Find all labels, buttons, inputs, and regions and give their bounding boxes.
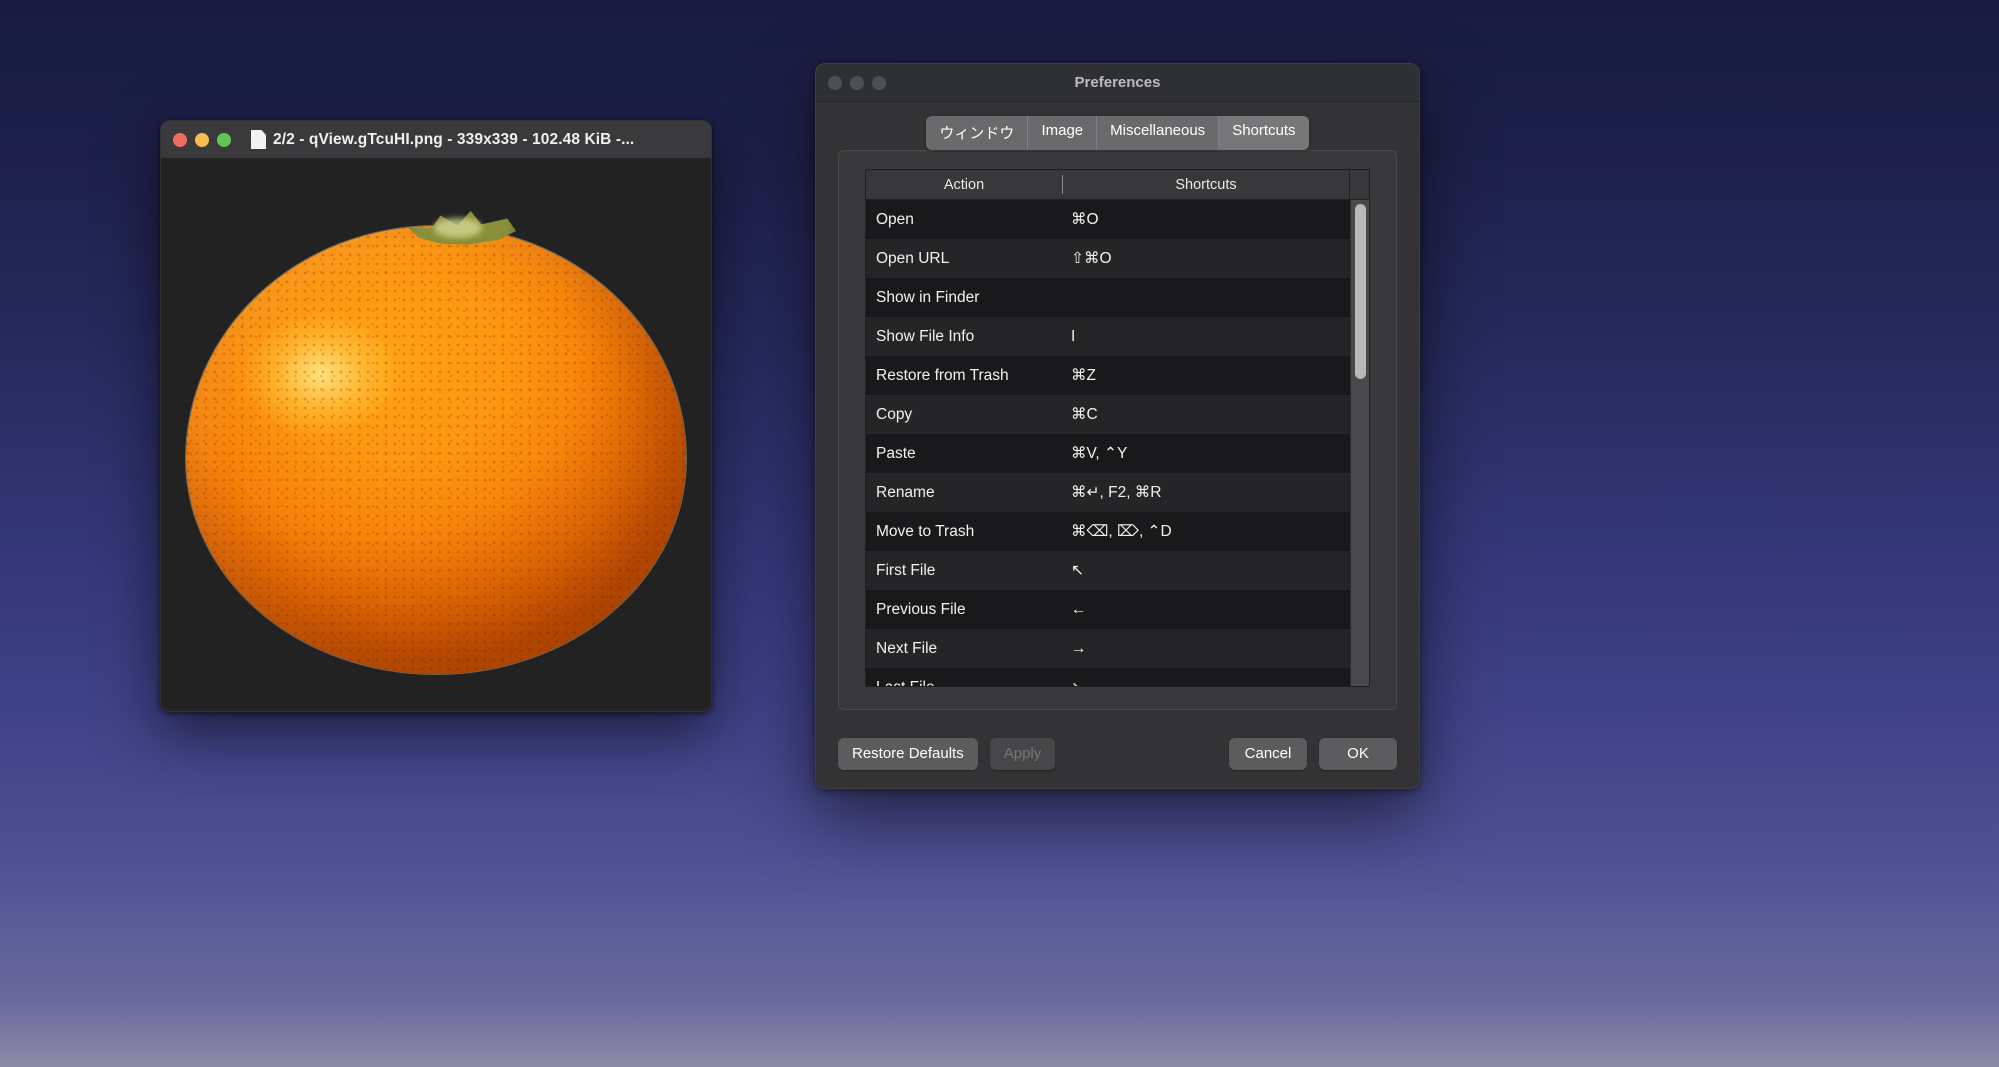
cell-action: Show in Finder (876, 288, 980, 306)
header-corner (1349, 170, 1369, 199)
viewer-title: 2/2 - qView.gTcuHI.png - 339x339 - 102.4… (251, 130, 634, 149)
scrollbar-thumb[interactable] (1355, 204, 1366, 379)
table-row[interactable]: Move to Trash ⌘⌫, ⌦, ⌃D (866, 512, 1369, 551)
cell-action: Previous File (876, 600, 966, 618)
cell-shortcut[interactable]: ⌘C (1062, 405, 1369, 424)
cell-action: Copy (876, 405, 913, 423)
table-row[interactable]: Rename ⌘↵, F2, ⌘R (866, 473, 1369, 512)
zoom-button[interactable] (872, 75, 886, 90)
orange-body (186, 226, 686, 674)
table-row[interactable]: Last File↘ (866, 668, 1369, 686)
tab-2[interactable]: Image (1028, 116, 1098, 150)
orange-shading (186, 226, 686, 674)
ok-button[interactable]: OK (1319, 738, 1397, 770)
cell-action: Rename (876, 483, 935, 501)
image-canvas[interactable] (161, 159, 711, 711)
preferences-window: Preferences ウィンドウ Image Miscellaneous Short… (815, 63, 1420, 789)
orange-fruit-image (176, 180, 696, 680)
tab-3[interactable]: Miscellaneous (1097, 116, 1220, 150)
cell-shortcut[interactable]: ← (1062, 601, 1369, 619)
table-row[interactable]: Open ⌘O (866, 200, 1369, 239)
table-scrollbar[interactable] (1350, 200, 1369, 686)
orange-stem-highlight (434, 218, 482, 238)
cell-action: Last File (866, 679, 1062, 687)
cell-action: Open (876, 210, 914, 228)
table-row[interactable]: Previous File ← (866, 590, 1369, 629)
cell-shortcut[interactable]: I (1062, 328, 1369, 346)
image-viewer-window: 2/2 - qView.gTcuHI.png - 339x339 - 102.4… (160, 120, 712, 712)
cell-action: Move to Trash (876, 522, 975, 540)
cell-shortcut[interactable]: → (1062, 640, 1369, 658)
zoom-button[interactable] (217, 132, 231, 147)
preferences-titlebar[interactable]: Preferences (816, 64, 1419, 102)
apply-button[interactable]: Apply (989, 738, 1056, 770)
close-button[interactable] (828, 75, 842, 90)
tab-group: ウィンドウ Image Miscellaneous Shortcuts (926, 116, 1309, 150)
document-icon (251, 130, 266, 149)
column-header-action[interactable]: Action (866, 170, 1062, 199)
table-row[interactable]: First File ↖ (866, 551, 1369, 590)
viewer-title-text: 2/2 - qView.gTcuHI.png - 339x339 - 102.4… (273, 130, 635, 148)
cell-shortcut[interactable]: ⌘Z (1062, 366, 1369, 385)
table-row[interactable]: Open URL ⇧⌘O (866, 239, 1369, 278)
viewer-titlebar[interactable]: 2/2 - qView.gTcuHI.png - 339x339 - 102.4… (161, 121, 711, 159)
cell-action: Next File (876, 639, 938, 657)
tab-bar: ウィンドウ Image Miscellaneous Shortcuts (838, 116, 1397, 150)
cancel-button[interactable]: Cancel (1229, 738, 1307, 770)
cell-shortcut[interactable]: ⌘V, ⌃Y (1062, 444, 1369, 463)
table-row[interactable]: Show in Finder (866, 278, 1369, 317)
dialog-buttons: Restore Defaults Apply Cancel OK (838, 738, 1397, 770)
cell-shortcut[interactable]: ⌘O (1062, 210, 1369, 229)
shortcuts-table: Action Shortcuts Open ⌘O Open URL ⇧⌘O Show i… (865, 169, 1370, 687)
column-header-shortcuts[interactable]: Shortcuts (1063, 170, 1349, 199)
cell-action: Paste (876, 444, 916, 462)
tab-1[interactable]: ウィンドウ (926, 116, 1029, 150)
desktop-background: 2/2 - qView.gTcuHI.png - 339x339 - 102.4… (0, 0, 1999, 1067)
cell-shortcut[interactable]: ↖ (1062, 561, 1369, 580)
cell-action: Open URL (876, 249, 950, 267)
close-button[interactable] (173, 132, 187, 147)
table-row[interactable]: Next File → (866, 629, 1369, 668)
table-row[interactable]: Show File Info I (866, 317, 1369, 356)
minimize-button[interactable] (195, 132, 209, 147)
table-row[interactable]: Paste ⌘V, ⌃Y (866, 434, 1369, 473)
cell-shortcut[interactable]: ↘ (1062, 678, 1369, 686)
cell-shortcut[interactable]: ⇧⌘O (1062, 249, 1369, 268)
cell-action: Show File Info (876, 327, 975, 345)
restore-defaults-button[interactable]: Restore Defaults (838, 738, 978, 770)
table-header-row: Action Shortcuts (866, 170, 1369, 200)
table-scroll-area[interactable]: Open ⌘O Open URL ⇧⌘O Show in Finder Show File… (866, 200, 1369, 686)
table-row[interactable]: Restore from Trash ⌘Z (866, 356, 1369, 395)
minimize-button[interactable] (850, 75, 864, 90)
cell-action: First File (876, 561, 936, 579)
preferences-title-text: Preferences (1074, 74, 1161, 91)
shortcuts-group-box: Action Shortcuts Open ⌘O Open URL ⇧⌘O Show i… (838, 150, 1397, 710)
tab-4[interactable]: Shortcuts (1219, 116, 1309, 150)
cell-action: Restore from Trash (876, 366, 1009, 384)
cell-shortcut[interactable]: ⌘⌫, ⌦, ⌃D (1062, 522, 1369, 541)
cell-shortcut[interactable]: ⌘↵, F2, ⌘R (1062, 483, 1369, 502)
table-rows: Open ⌘O Open URL ⇧⌘O Show in Finder Show File… (866, 200, 1369, 686)
table-row[interactable]: Copy ⌘C (866, 395, 1369, 434)
preferences-body: ウィンドウ Image Miscellaneous Shortcuts Action … (816, 102, 1419, 788)
